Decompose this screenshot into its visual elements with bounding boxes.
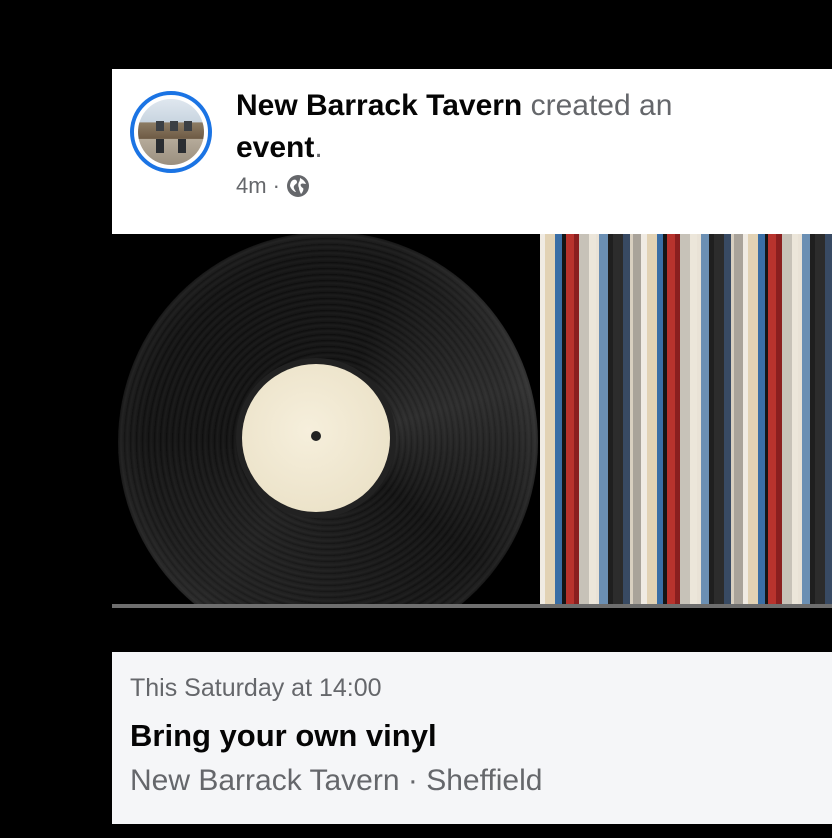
record-spine xyxy=(815,234,826,606)
action-text: created an xyxy=(530,89,673,122)
post-header: New Barrack Tavern created an event. 4m … xyxy=(112,69,832,234)
event-date: This Saturday at 14:00 xyxy=(130,674,382,702)
record-spine xyxy=(690,234,697,606)
record-spine xyxy=(700,234,709,606)
event-details[interactable]: This Saturday at 14:00 Bring your own vi… xyxy=(112,652,832,824)
headline-period: . xyxy=(314,131,323,164)
event-link[interactable]: event xyxy=(236,131,314,164)
record-spine xyxy=(747,234,758,606)
post-headline: New Barrack Tavern created an event. xyxy=(236,85,816,169)
record-spine xyxy=(734,234,743,606)
record-spine xyxy=(791,234,799,606)
record-spine xyxy=(589,234,596,606)
record-spine xyxy=(646,234,657,606)
record-spine xyxy=(545,234,556,606)
globe-icon[interactable] xyxy=(286,174,310,198)
post-meta: 4m · xyxy=(236,173,310,199)
event-location: New Barrack Tavern · Sheffield xyxy=(130,764,543,797)
event-title[interactable]: Bring your own vinyl xyxy=(130,718,437,754)
record-spine xyxy=(801,234,811,606)
author-link[interactable]: New Barrack Tavern xyxy=(236,89,522,122)
photo-divider xyxy=(112,604,832,608)
record-spine xyxy=(599,234,608,606)
post-time[interactable]: 4m xyxy=(236,173,267,199)
record-spine xyxy=(555,234,562,606)
record-spine xyxy=(622,234,630,606)
event-photo[interactable] xyxy=(112,234,832,606)
record-spine xyxy=(724,234,731,606)
record-spine xyxy=(633,234,642,606)
record-spine xyxy=(680,234,691,606)
record-spine xyxy=(612,234,623,606)
record-spine xyxy=(768,234,777,606)
record-spine xyxy=(714,234,724,606)
record-spine xyxy=(579,234,589,606)
record-spine xyxy=(656,234,664,606)
meta-separator: · xyxy=(272,173,280,198)
record-spine xyxy=(757,234,765,606)
page-avatar[interactable] xyxy=(130,91,212,173)
avatar-image xyxy=(138,99,204,165)
record-spindle xyxy=(311,431,321,441)
record-spine xyxy=(565,234,574,606)
record-spine xyxy=(781,234,792,606)
record-spine xyxy=(825,234,832,606)
record-spine xyxy=(666,234,676,606)
